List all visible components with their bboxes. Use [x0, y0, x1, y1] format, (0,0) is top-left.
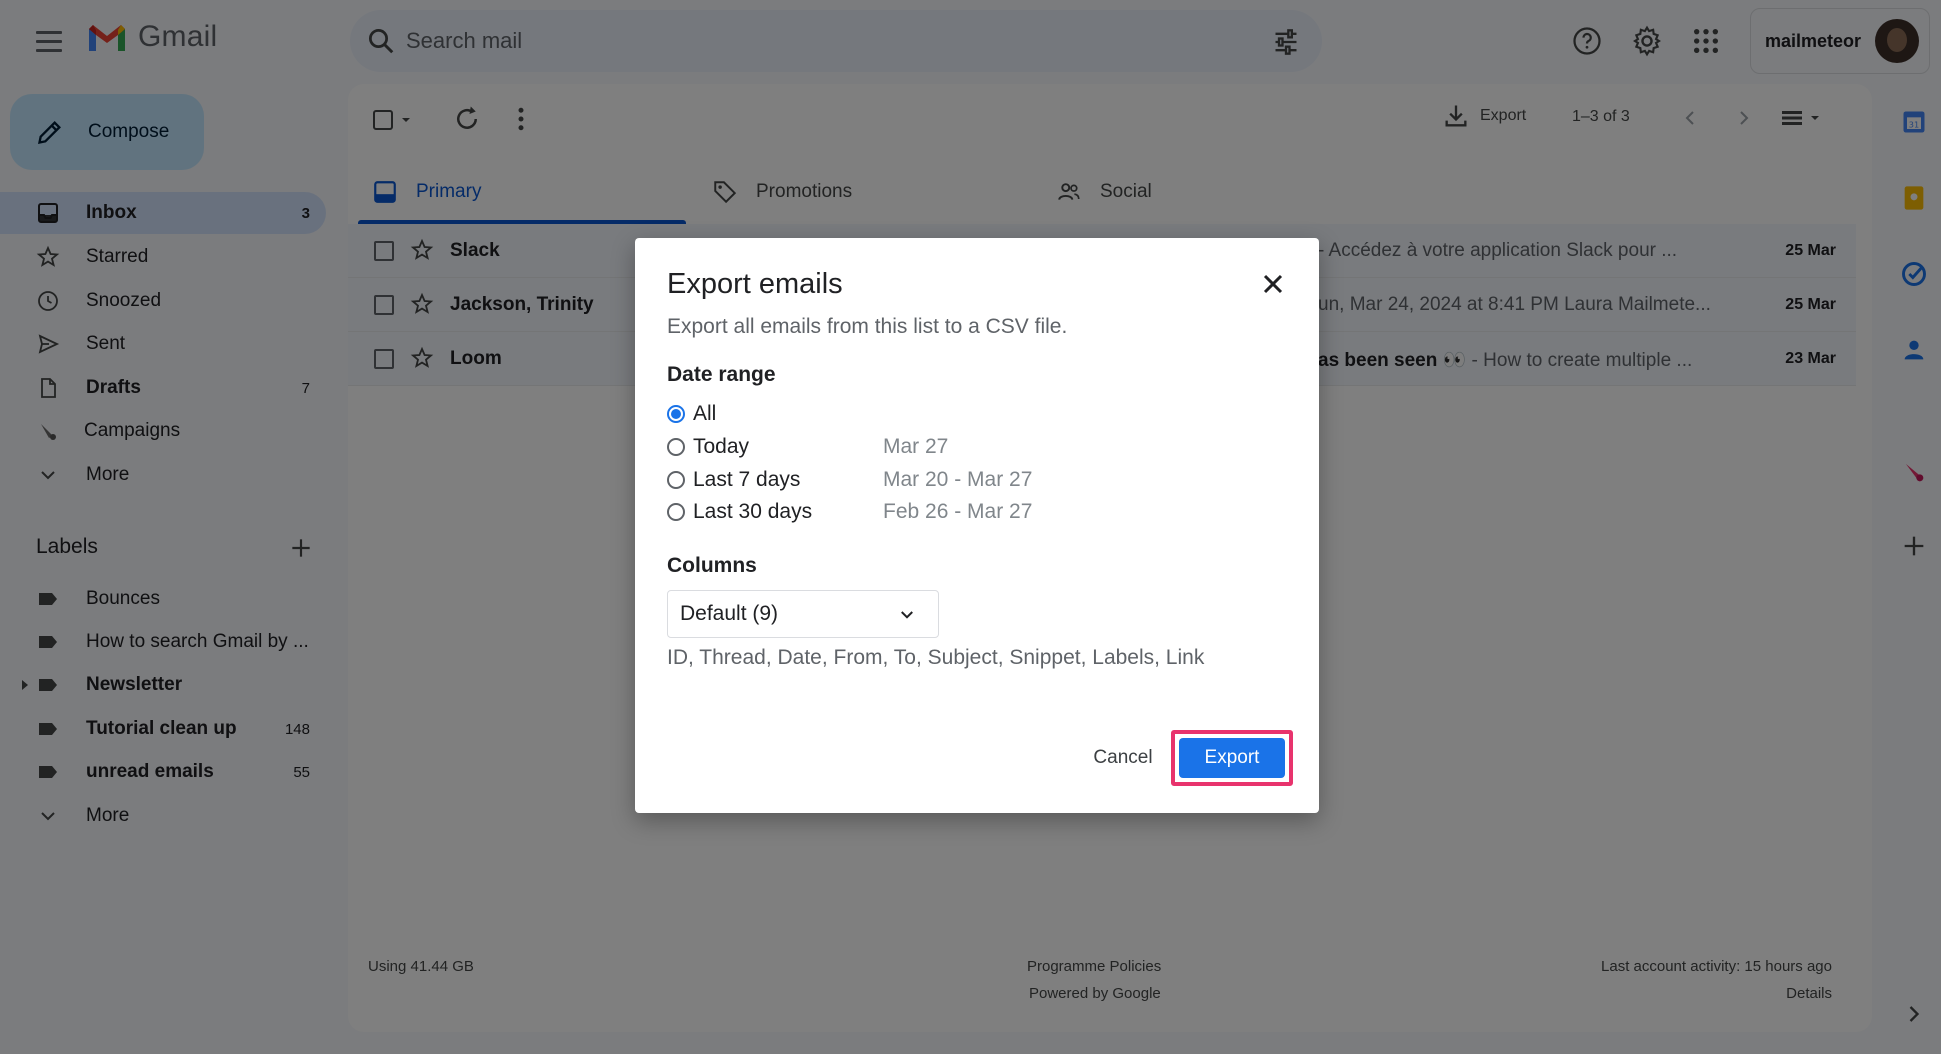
- option-hint: Mar 20 - Mar 27: [883, 468, 1033, 491]
- radio-button[interactable]: [667, 471, 685, 489]
- option-hint: Mar 27: [883, 435, 949, 458]
- columns-select-value: Default (9): [680, 602, 779, 625]
- radio-button[interactable]: [667, 438, 685, 456]
- date-range-option-today[interactable]: Today Mar 27: [667, 433, 1167, 461]
- close-icon[interactable]: [1257, 268, 1289, 300]
- date-range-option-last-30-days[interactable]: Last 30 days Feb 26 - Mar 27: [667, 498, 1167, 526]
- export-button[interactable]: Export: [1179, 738, 1285, 778]
- export-emails-dialog: Export emails Export all emails from thi…: [635, 238, 1319, 813]
- date-range-option-all[interactable]: All: [667, 400, 1167, 428]
- dialog-subtitle: Export all emails from this list to a CS…: [667, 315, 1068, 338]
- columns-select[interactable]: Default (9): [667, 590, 939, 638]
- cancel-button[interactable]: Cancel: [1071, 738, 1175, 778]
- radio-button[interactable]: [667, 405, 685, 423]
- option-label: Today: [693, 435, 750, 458]
- option-hint: Feb 26 - Mar 27: [883, 500, 1033, 523]
- radio-button[interactable]: [667, 503, 685, 521]
- dialog-title: Export emails: [667, 268, 843, 300]
- option-label: Last 30 days: [693, 500, 813, 523]
- chevron-down-icon: [901, 611, 913, 619]
- date-range-option-last-7-days[interactable]: Last 7 days Mar 20 - Mar 27: [667, 466, 1167, 494]
- option-label: All: [693, 402, 717, 425]
- option-label: Last 7 days: [693, 468, 801, 491]
- columns-description: ID, Thread, Date, From, To, Subject, Sni…: [667, 646, 1205, 669]
- columns-heading: Columns: [667, 554, 757, 577]
- date-range-heading: Date range: [667, 363, 776, 386]
